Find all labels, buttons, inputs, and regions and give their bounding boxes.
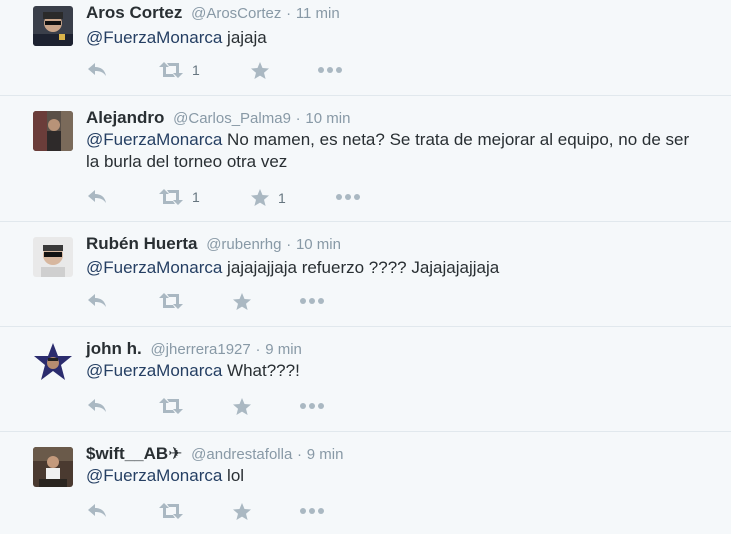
retweet-button[interactable] bbox=[158, 397, 192, 415]
reply-button[interactable] bbox=[86, 397, 108, 415]
more-button[interactable] bbox=[299, 397, 325, 415]
reply-icon bbox=[86, 188, 108, 206]
tweet-actions: 1 1 bbox=[86, 188, 386, 208]
retweet-button[interactable]: 1 bbox=[158, 188, 200, 206]
tweet-header: Alejandro @Carlos_Palma9 · 10 min bbox=[86, 108, 350, 128]
separator: · bbox=[255, 341, 261, 358]
tweet-actions: 1 bbox=[86, 61, 386, 81]
more-button[interactable] bbox=[299, 292, 325, 310]
tweet-header: Rubén Huerta @rubenrhg · 10 min bbox=[86, 234, 341, 254]
mention-link[interactable]: @FuerzaMonarca bbox=[86, 466, 222, 485]
more-icon bbox=[335, 188, 361, 206]
reply-icon bbox=[86, 292, 108, 310]
mention-link[interactable]: @FuerzaMonarca bbox=[86, 361, 222, 380]
retweet-icon bbox=[158, 502, 184, 520]
favorite-icon bbox=[250, 61, 270, 80]
tweet-actions bbox=[86, 502, 386, 522]
separator: · bbox=[286, 236, 292, 253]
favorite-icon bbox=[232, 502, 252, 521]
avatar[interactable] bbox=[33, 6, 73, 46]
user-handle[interactable]: @rubenrhg bbox=[206, 236, 281, 253]
favorite-button[interactable] bbox=[232, 502, 260, 521]
retweet-icon bbox=[158, 188, 184, 206]
reply-button[interactable] bbox=[86, 61, 108, 79]
tweet-actions bbox=[86, 397, 386, 417]
tweet-text: @FuerzaMonarca No mamen, es neta? Se tra… bbox=[86, 129, 706, 173]
user-name[interactable]: $wift__AB✈ bbox=[86, 444, 182, 463]
user-handle[interactable]: @Carlos_Palma9 bbox=[173, 110, 291, 127]
retweet-icon bbox=[158, 61, 184, 79]
user-handle[interactable]: @jherrera1927 bbox=[150, 341, 250, 358]
tweet: $wift__AB✈ @andrestafolla · 9 min @Fuerz… bbox=[0, 432, 731, 534]
reply-button[interactable] bbox=[86, 502, 108, 520]
separator: · bbox=[286, 5, 292, 22]
more-icon bbox=[317, 61, 343, 79]
more-button[interactable] bbox=[317, 61, 343, 79]
avatar[interactable] bbox=[33, 342, 73, 382]
tweet-body: jajaja bbox=[222, 28, 267, 47]
mention-link[interactable]: @FuerzaMonarca bbox=[86, 130, 222, 149]
more-button[interactable] bbox=[335, 188, 361, 206]
timestamp[interactable]: 9 min bbox=[307, 446, 344, 463]
avatar[interactable] bbox=[33, 237, 73, 277]
reply-button[interactable] bbox=[86, 188, 108, 206]
favorite-button[interactable] bbox=[232, 292, 260, 311]
reply-icon bbox=[86, 502, 108, 520]
retweet-icon bbox=[158, 292, 184, 310]
timestamp[interactable]: 10 min bbox=[296, 236, 341, 253]
tweet-text: @FuerzaMonarca lol bbox=[86, 465, 706, 487]
favorite-icon bbox=[250, 188, 270, 207]
favorite-button[interactable]: 1 bbox=[250, 188, 286, 207]
timestamp[interactable]: 9 min bbox=[265, 341, 302, 358]
tweet: Rubén Huerta @rubenrhg · 10 min @FuerzaM… bbox=[0, 222, 731, 327]
retweet-button[interactable]: 1 bbox=[158, 61, 200, 79]
reply-icon bbox=[86, 397, 108, 415]
more-icon bbox=[299, 292, 325, 310]
mention-link[interactable]: @FuerzaMonarca bbox=[86, 28, 222, 47]
favorite-button[interactable] bbox=[232, 397, 260, 416]
avatar[interactable] bbox=[33, 111, 73, 151]
user-name[interactable]: Alejandro bbox=[86, 108, 164, 127]
retweet-button[interactable] bbox=[158, 502, 192, 520]
favorite-icon bbox=[232, 397, 252, 416]
tweet-header: $wift__AB✈ @andrestafolla · 9 min bbox=[86, 444, 343, 464]
more-icon bbox=[299, 397, 325, 415]
mention-link[interactable]: @FuerzaMonarca bbox=[86, 258, 222, 277]
separator: · bbox=[297, 446, 303, 463]
favorite-button[interactable] bbox=[250, 61, 278, 80]
favorite-icon bbox=[232, 292, 252, 311]
user-name[interactable]: Rubén Huerta bbox=[86, 234, 197, 253]
reply-icon bbox=[86, 61, 108, 79]
retweet-count: 1 bbox=[192, 189, 200, 205]
tweet-feed: Aros Cortez @ArosCortez · 11 min @Fuerza… bbox=[0, 0, 731, 534]
more-icon bbox=[299, 502, 325, 520]
tweet-actions bbox=[86, 292, 386, 312]
more-button[interactable] bbox=[299, 502, 325, 520]
tweet-header: Aros Cortez @ArosCortez · 11 min bbox=[86, 3, 340, 23]
avatar[interactable] bbox=[33, 447, 73, 487]
favorite-count: 1 bbox=[278, 189, 286, 206]
tweet: Aros Cortez @ArosCortez · 11 min @Fuerza… bbox=[0, 0, 731, 96]
user-name[interactable]: john h. bbox=[86, 339, 142, 358]
user-handle[interactable]: @andrestafolla bbox=[191, 446, 292, 463]
tweet-body: What???! bbox=[222, 361, 300, 380]
tweet-header: john h. @jherrera1927 · 9 min bbox=[86, 339, 302, 359]
tweet-body: lol bbox=[222, 466, 245, 485]
tweet-text: @FuerzaMonarca jajajajjaja refuerzo ????… bbox=[86, 257, 706, 279]
tweet-text: @FuerzaMonarca jajaja bbox=[86, 27, 706, 49]
retweet-button[interactable] bbox=[158, 292, 192, 310]
reply-button[interactable] bbox=[86, 292, 108, 310]
user-name[interactable]: Aros Cortez bbox=[86, 3, 182, 22]
timestamp[interactable]: 10 min bbox=[305, 110, 350, 127]
retweet-count: 1 bbox=[192, 62, 200, 78]
user-handle[interactable]: @ArosCortez bbox=[191, 5, 281, 22]
retweet-icon bbox=[158, 397, 184, 415]
tweet: Alejandro @Carlos_Palma9 · 10 min @Fuerz… bbox=[0, 96, 731, 222]
separator: · bbox=[295, 110, 301, 127]
tweet-body: jajajajjaja refuerzo ???? Jajajajajjaja bbox=[222, 258, 500, 277]
tweet-text: @FuerzaMonarca What???! bbox=[86, 360, 706, 382]
timestamp[interactable]: 11 min bbox=[296, 5, 340, 22]
tweet: john h. @jherrera1927 · 9 min @FuerzaMon… bbox=[0, 327, 731, 432]
